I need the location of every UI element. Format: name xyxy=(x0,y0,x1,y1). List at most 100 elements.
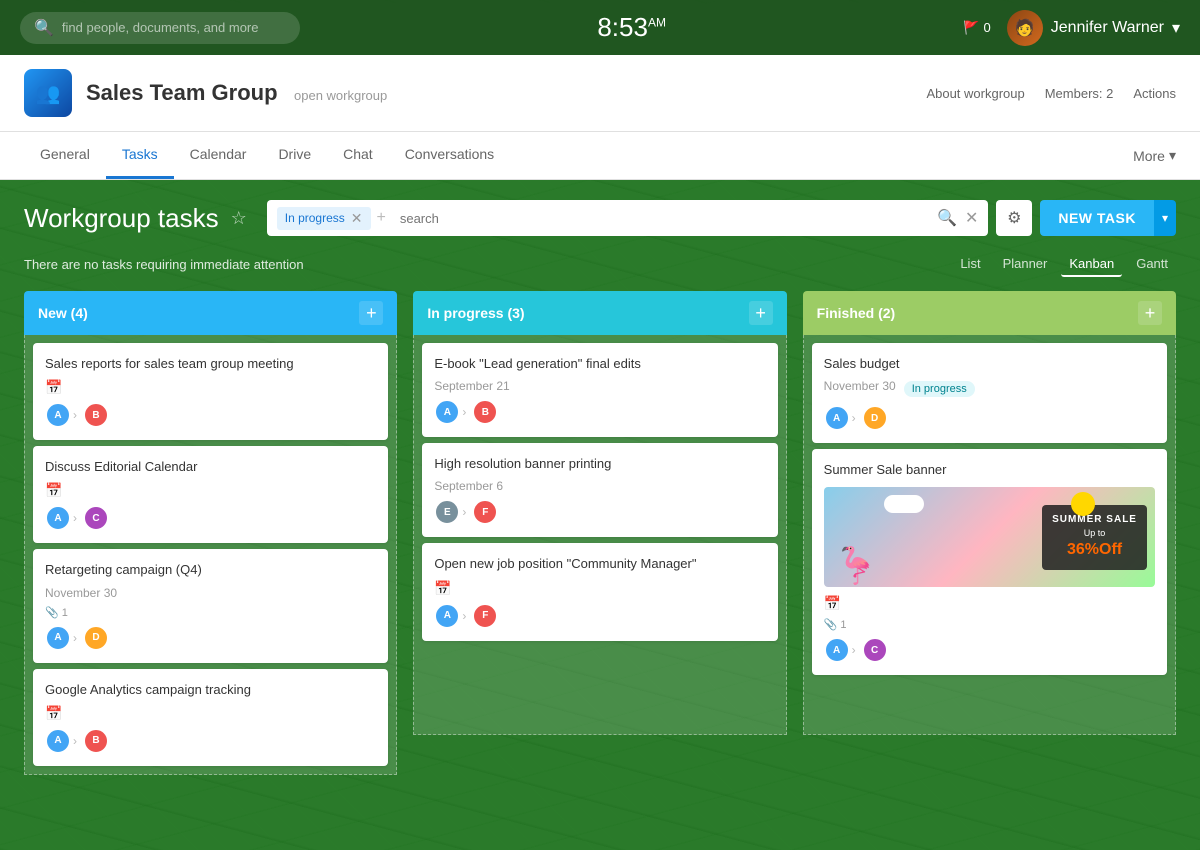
column-new-label: New (4) xyxy=(38,305,88,321)
actions-button[interactable]: Actions xyxy=(1133,86,1176,101)
tab-calendar[interactable]: Calendar xyxy=(174,132,263,179)
tab-tasks[interactable]: Tasks xyxy=(106,132,174,179)
avatar: D xyxy=(862,405,888,431)
tab-general[interactable]: General xyxy=(24,132,106,179)
task-meta: 📅 xyxy=(824,595,1155,612)
search-icon: 🔍 xyxy=(34,18,54,38)
task-title: Summer Sale banner xyxy=(824,461,1155,479)
arrow-icon: › xyxy=(73,511,77,525)
column-inprogress-add-button[interactable]: + xyxy=(749,301,773,325)
avatar: C xyxy=(862,637,888,663)
new-task-button[interactable]: NEW TASK xyxy=(1040,200,1154,236)
search-input[interactable] xyxy=(62,20,262,35)
workgroup-actions: About workgroup Members: 2 Actions xyxy=(926,86,1176,101)
calendar-icon: 📅 xyxy=(434,580,451,597)
column-new-header: New (4) + xyxy=(24,291,397,335)
task-card[interactable]: High resolution banner printing Septembe… xyxy=(422,443,777,537)
plus-icon: + xyxy=(377,209,386,227)
avatar: A xyxy=(434,399,460,425)
task-card[interactable]: Sales reports for sales team group meeti… xyxy=(33,343,388,440)
task-date: November 30 xyxy=(45,586,376,600)
column-inprogress-header: In progress (3) + xyxy=(413,291,786,335)
calendar-icon: 📅 xyxy=(45,379,62,396)
flag-icon: 🚩 xyxy=(963,20,979,36)
flag-badge[interactable]: 🚩 0 xyxy=(963,20,990,36)
new-task-dropdown-button[interactable]: ▾ xyxy=(1154,200,1176,236)
view-toolbar: There are no tasks requiring immediate a… xyxy=(24,252,1176,277)
arrow-icon: › xyxy=(73,734,77,748)
column-finished-add-button[interactable]: + xyxy=(1138,301,1162,325)
view-options: List Planner Kanban Gantt xyxy=(952,252,1176,277)
task-date: September 6 xyxy=(434,479,765,493)
avatar: A xyxy=(45,402,71,428)
view-kanban[interactable]: Kanban xyxy=(1061,252,1122,277)
arrow-icon: › xyxy=(852,643,856,657)
kanban-toolbar: Workgroup tasks ☆ In progress ✕ + 🔍 ✕ ⚙ … xyxy=(24,200,1176,236)
column-new: New (4) + Sales reports for sales team g… xyxy=(24,291,397,775)
sale-banner-text: SUMMER SALE Up to 36%Off xyxy=(1042,505,1147,570)
workgroup-icon: 👥 xyxy=(36,81,61,106)
task-title: Sales reports for sales team group meeti… xyxy=(45,355,376,373)
avatar: E xyxy=(434,499,460,525)
task-assignees: A › B xyxy=(45,402,376,428)
task-card[interactable]: Google Analytics campaign tracking 📅 A ›… xyxy=(33,669,388,766)
tab-conversations[interactable]: Conversations xyxy=(389,132,511,179)
chevron-down-icon: ▾ xyxy=(1169,147,1176,164)
members-button[interactable]: Members: 2 xyxy=(1045,86,1114,101)
task-meta: 📅 xyxy=(434,580,765,597)
arrow-icon: › xyxy=(73,631,77,645)
about-workgroup-button[interactable]: About workgroup xyxy=(926,86,1024,101)
close-icon[interactable]: ✕ xyxy=(965,208,978,228)
column-finished-header: Finished (2) + xyxy=(803,291,1176,335)
task-assignees: A › D xyxy=(824,405,1155,431)
summer-sale-image: 🦩 SUMMER SALE Up to 36%Off xyxy=(824,487,1155,587)
topbar-right: 🚩 0 🧑 Jennifer Warner ▾ xyxy=(963,10,1180,46)
task-card[interactable]: Retargeting campaign (Q4) November 30 📎 … xyxy=(33,549,388,662)
avatar: A xyxy=(45,728,71,754)
task-title: Discuss Editorial Calendar xyxy=(45,458,376,476)
task-date: November 30 xyxy=(824,379,896,393)
view-planner[interactable]: Planner xyxy=(995,252,1056,277)
user-name: Jennifer Warner xyxy=(1051,19,1164,37)
task-meta: 📅 xyxy=(45,705,376,722)
task-title: Retargeting campaign (Q4) xyxy=(45,561,376,579)
kanban-title: Workgroup tasks xyxy=(24,203,219,234)
column-new-body: Sales reports for sales team group meeti… xyxy=(24,335,397,775)
tab-drive[interactable]: Drive xyxy=(262,132,327,179)
view-list[interactable]: List xyxy=(952,252,988,277)
user-menu[interactable]: 🧑 Jennifer Warner ▾ xyxy=(1007,10,1180,46)
tab-chat[interactable]: Chat xyxy=(327,132,389,179)
filter-tag-inprogress[interactable]: In progress ✕ xyxy=(277,207,371,230)
avatar: 🧑 xyxy=(1007,10,1043,46)
favorite-button[interactable]: ☆ xyxy=(231,208,247,229)
avatar: D xyxy=(83,625,109,651)
more-button[interactable]: More ▾ xyxy=(1133,147,1176,164)
flamingo-decoration: 🦩 xyxy=(834,545,879,587)
task-card[interactable]: Discuss Editorial Calendar 📅 A › C xyxy=(33,446,388,543)
search-icon[interactable]: 🔍 xyxy=(937,208,957,228)
filter-search-input[interactable] xyxy=(392,211,929,226)
avatar: A xyxy=(45,625,71,651)
avatar: B xyxy=(83,402,109,428)
task-assignees: A › B xyxy=(434,399,765,425)
column-new-add-button[interactable]: + xyxy=(359,301,383,325)
task-assignees: A › C xyxy=(824,637,1155,663)
calendar-icon: 📅 xyxy=(824,595,841,612)
view-gantt[interactable]: Gantt xyxy=(1128,252,1176,277)
filter-icons: 🔍 ✕ xyxy=(937,208,978,228)
remove-filter-button[interactable]: ✕ xyxy=(351,210,363,227)
arrow-icon: › xyxy=(462,405,466,419)
task-title: Sales budget xyxy=(824,355,1155,373)
topbar: 🔍 8:53AM 🚩 0 🧑 Jennifer Warner ▾ xyxy=(0,0,1200,55)
task-meta: 📅 xyxy=(45,482,376,499)
task-card[interactable]: Sales budget November 30 In progress A ›… xyxy=(812,343,1167,443)
workgroup-info: Sales Team Group open workgroup xyxy=(86,80,387,106)
task-card[interactable]: Summer Sale banner 🦩 SUMMER SALE Up to 3… xyxy=(812,449,1167,675)
calendar-icon: 📅 xyxy=(45,705,62,722)
task-card[interactable]: Open new job position "Community Manager… xyxy=(422,543,777,640)
column-finished-body: Sales budget November 30 In progress A ›… xyxy=(803,335,1176,735)
search-bar[interactable]: 🔍 xyxy=(20,12,300,44)
task-card[interactable]: E-book "Lead generation" final edits Sep… xyxy=(422,343,777,437)
kanban-area: Workgroup tasks ☆ In progress ✕ + 🔍 ✕ ⚙ … xyxy=(0,180,1200,795)
settings-button[interactable]: ⚙ xyxy=(996,200,1032,236)
